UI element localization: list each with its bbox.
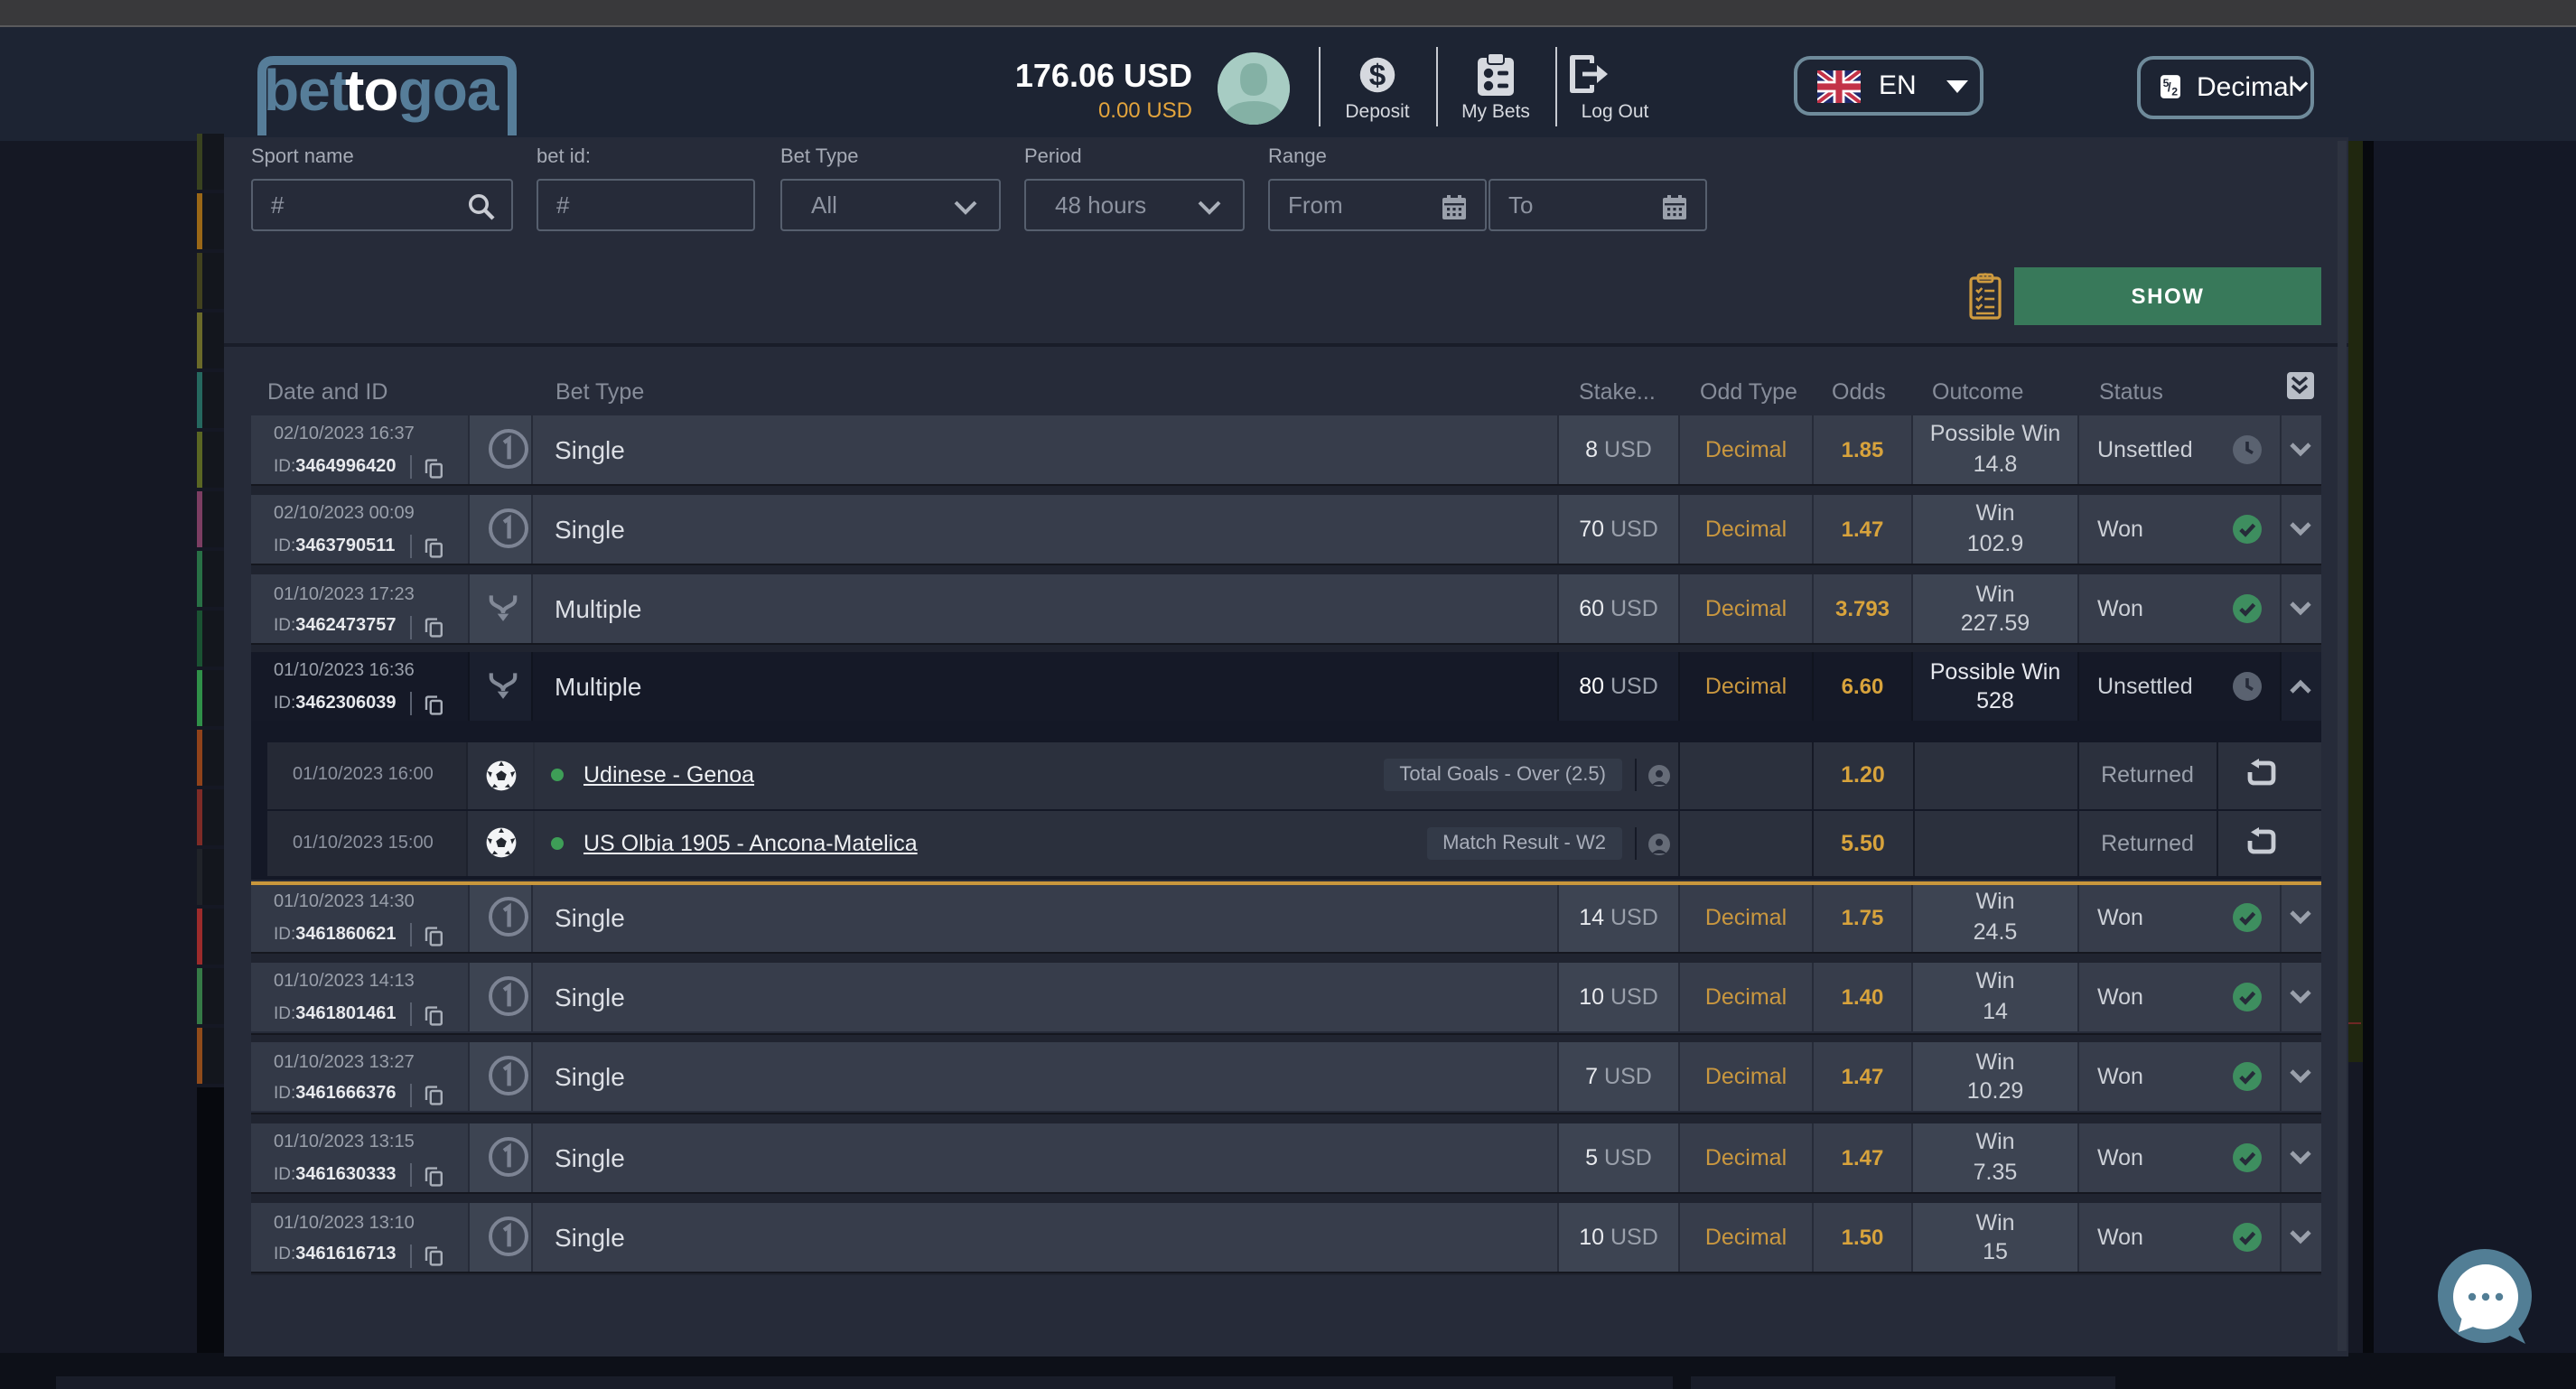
svg-text:/: / — [2168, 80, 2171, 95]
svg-text:$: $ — [1369, 59, 1386, 92]
svg-text:2: 2 — [2171, 86, 2178, 98]
svg-text:goa: goa — [398, 58, 499, 123]
svg-text:to: to — [345, 58, 397, 123]
svg-text:bet: bet — [264, 58, 349, 123]
